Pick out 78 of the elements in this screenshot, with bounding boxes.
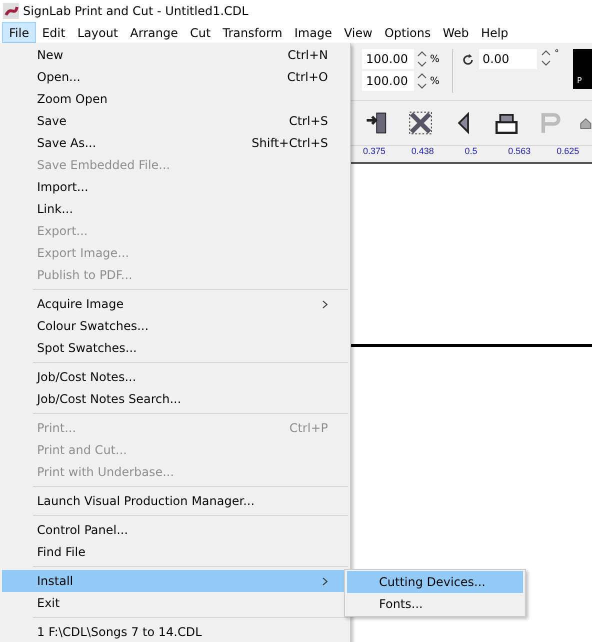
menu-item-label: 1 F:\CDL\Songs 7 to 14.CDL: [37, 625, 203, 639]
menu-item[interactable]: Spot Swatches...: [2, 337, 348, 359]
shortcut-label: Shift+Ctrl+S: [252, 136, 328, 150]
ruler-label: 0.5: [464, 146, 478, 158]
menu-item-label: Publish to PDF...: [37, 268, 134, 282]
menu-item[interactable]: Web: [436, 22, 475, 43]
menu-item[interactable]: Job/Cost Notes Search...: [2, 388, 348, 410]
menu-item[interactable]: Arrange: [124, 22, 184, 43]
menu-item-label: Link...: [37, 202, 74, 216]
shortcut-label: Ctrl+O: [287, 70, 328, 84]
menu-item-label: Open...: [37, 70, 82, 84]
menu-item[interactable]: Cut: [184, 22, 217, 43]
menu-item[interactable]: Open... Ctrl+O: [2, 66, 348, 88]
menu-item[interactable]: Colour Swatches...: [2, 315, 348, 337]
menu-item[interactable]: Image: [288, 22, 338, 43]
menu-item-label: Job/Cost Notes...: [37, 370, 138, 384]
menu-item[interactable]: Link...: [2, 198, 348, 220]
shortcut-label: Ctrl+N: [288, 48, 328, 62]
spinner-icon[interactable]: [417, 50, 427, 68]
colour-swatch[interactable]: P: [573, 49, 592, 89]
menu-item-label: Colour Swatches...: [37, 319, 150, 333]
ruler-label: 0.563: [507, 146, 532, 158]
menu-item-label: Install: [37, 574, 74, 588]
menu-item[interactable]: Import...: [2, 176, 348, 198]
degree-label: °: [554, 49, 560, 59]
menu-item-label: Print and Cut...: [37, 443, 128, 457]
menu-item-label: Launch Visual Production Manager...: [37, 494, 256, 508]
menu-item-label: Exit: [37, 596, 61, 610]
menu-item[interactable]: 1 F:\CDL\Songs 7 to 14.CDL: [2, 621, 348, 642]
menu-item-label: Save As...: [37, 136, 98, 150]
menu-item-label: New: [37, 48, 64, 62]
menu-item-label: Import...: [37, 180, 90, 194]
scale-field[interactable]: 100.00: [362, 49, 414, 69]
menu-item[interactable]: Layout: [71, 22, 124, 43]
menu-item-label: Job/Cost Notes Search...: [37, 392, 182, 406]
menu-item-label: Print with Underbase...: [37, 465, 176, 479]
shortcut-label: Ctrl+S: [288, 114, 328, 128]
rotate-icon[interactable]: [460, 53, 475, 67]
menu-item[interactable]: Save Ctrl+S: [2, 110, 348, 132]
menu-item-label: Save Embedded File...: [37, 158, 172, 172]
spinner-icon[interactable]: [540, 49, 551, 67]
menu-item[interactable]: File: [2, 22, 36, 43]
menu-item[interactable]: Help: [474, 22, 514, 43]
percent-label: %: [430, 54, 440, 64]
menu-item[interactable]: Edit: [36, 22, 72, 43]
menu-item[interactable]: Cutting Devices...: [347, 571, 523, 593]
menu-item-label: Acquire Image: [37, 297, 125, 311]
menu-item[interactable]: Find File: [2, 541, 348, 563]
menu-item-label: Export...: [37, 224, 89, 238]
menu-item[interactable]: Save As... Shift+Ctrl+S: [2, 132, 348, 154]
menu-item[interactable]: View: [338, 22, 378, 43]
shortcut-label: Ctrl+P: [289, 421, 328, 435]
menu-item-label: Print...: [37, 421, 78, 435]
menu-item[interactable]: Control Panel...: [2, 519, 348, 541]
menu-item[interactable]: Acquire Image: [2, 293, 348, 315]
scale-field[interactable]: 100.00: [362, 71, 414, 91]
menu-item[interactable]: Fonts...: [347, 593, 523, 615]
menu-item[interactable]: New Ctrl+N: [2, 44, 348, 66]
percent-label: %: [430, 76, 440, 86]
menu-item-label: Spot Swatches...: [37, 341, 138, 355]
ruler-label: 0.375: [362, 146, 386, 158]
menu-item[interactable]: Job/Cost Notes...: [2, 366, 348, 388]
window-title: SignLab Print and Cut - Untitled1.CDL: [23, 4, 248, 18]
rotation-field[interactable]: 0.00: [478, 49, 537, 69]
menu-item-label: Save: [37, 114, 68, 128]
menu-item-label: Export Image...: [37, 246, 130, 260]
menu-item[interactable]: Options: [378, 22, 437, 43]
menu-item-label: Find File: [37, 545, 86, 559]
menu-item[interactable]: Zoom Open: [2, 88, 348, 110]
menu-item-label: Control Panel...: [37, 523, 130, 537]
menu-item[interactable]: Launch Visual Production Manager...: [2, 490, 348, 512]
ruler-label: 0.438: [410, 146, 435, 158]
menu-item[interactable]: Exit: [2, 592, 348, 614]
menu-item-label: Zoom Open: [37, 92, 108, 106]
ruler-label: 0.625: [556, 146, 580, 158]
app-logo-icon: [3, 3, 19, 19]
menu-item[interactable]: Transform: [216, 22, 288, 43]
spinner-icon[interactable]: [417, 72, 427, 90]
